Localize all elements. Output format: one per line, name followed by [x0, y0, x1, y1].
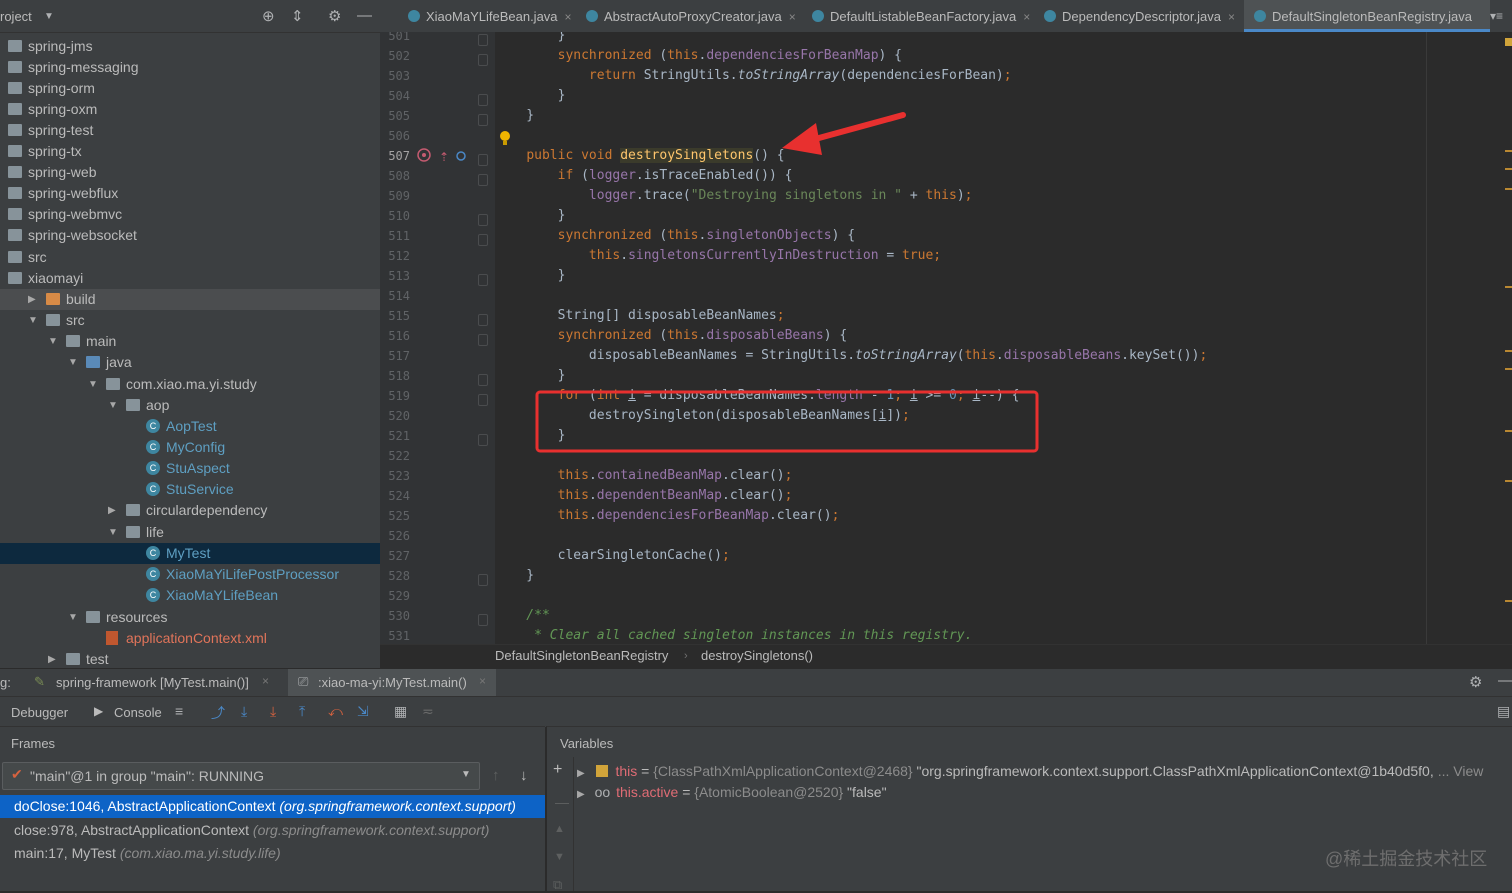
breadcrumb-separator-icon: ›: [684, 650, 688, 662]
arrow-down-icon[interactable]: ↓: [520, 767, 528, 784]
debug-session-tab-1[interactable]: spring-framework [MyTest.main()]: [56, 675, 249, 690]
red-highlight-box: [535, 390, 1039, 453]
scrollbar-markers: [1505, 38, 1512, 602]
step-over-icon[interactable]: ⤓: [241, 703, 247, 720]
copy-icon[interactable]: ⧉: [553, 877, 562, 893]
var-type: {ClassPathXmlApplicationContext@2468}: [653, 763, 913, 779]
frame-package: (org.springframework.context.support): [252, 821, 490, 838]
arrow-up-icon[interactable]: ↑: [492, 767, 500, 784]
var-view-link[interactable]: ... View: [1438, 763, 1484, 779]
gradle-icon: ⎚: [298, 674, 309, 689]
stack-frame[interactable]: main:17, MyTest (com.xiao.ma.yi.study.li…: [0, 842, 545, 865]
frames-panel: Frames ✔ "main"@1 in group "main": RUNNI…: [0, 726, 545, 891]
close-icon[interactable]: ×: [262, 674, 269, 688]
var-type: {AtomicBoolean@2520}: [694, 784, 844, 800]
debug-session-tab-2[interactable]: :xiao-ma-yi:MyTest.main(): [318, 675, 467, 690]
chevron-down-icon[interactable]: ▼: [461, 769, 471, 780]
variable-row[interactable]: ▶ this = {ClassPathXmlApplicationContext…: [577, 760, 1483, 782]
lightbulb-icon[interactable]: [500, 131, 510, 145]
thread-label: "main"@1 in group "main": RUNNING: [30, 768, 265, 784]
variables-side-toolbar: + — ▲ ▼ ⧉: [547, 757, 574, 893]
menu-icon[interactable]: ≡: [175, 703, 183, 719]
svg-text:⇡: ⇡: [439, 150, 449, 164]
gear-icon[interactable]: ⚙: [1469, 673, 1482, 691]
stack-frame[interactable]: close:978, AbstractApplicationContext (o…: [0, 819, 545, 842]
move-down-icon[interactable]: ▼: [554, 851, 565, 863]
frame-package: (com.xiao.ma.yi.study.life): [119, 845, 281, 861]
frame-method: main:17, MyTest: [14, 845, 120, 861]
stack-frame[interactable]: doClose:1046, AbstractApplicationContext…: [0, 795, 545, 818]
breadcrumb-class[interactable]: DefaultSingletonBeanRegistry: [495, 645, 668, 667]
implements-marker-icon[interactable]: ⇡: [439, 150, 466, 164]
frame-method: doClose:1046, AbstractApplicationContext: [14, 798, 280, 814]
red-arrow-annotation: [782, 112, 906, 155]
frame-method: close:978, AbstractApplicationContext: [14, 821, 253, 838]
trace-icon[interactable]: ≂: [422, 703, 434, 720]
field-icon: [595, 765, 608, 777]
variables-title: Variables: [560, 736, 614, 751]
watch-icon: oo: [594, 784, 611, 800]
debug-toolbar: Debugger ▶ Console ≡ ⤴ ⤓ ⤓ ⤒ ⤺ ⇲ ▦ ≂ ▤: [0, 696, 1512, 727]
variables-panel: Variables + — ▲ ▼ ⧉ ▶ this = {ClassPathX…: [546, 726, 1512, 893]
debug-session-bar: g: ✎ spring-framework [MyTest.main()] × …: [0, 668, 1512, 697]
tab-console[interactable]: Console: [114, 705, 162, 720]
var-name: this: [615, 763, 638, 779]
minimize-icon[interactable]: —: [1498, 672, 1512, 689]
run-to-cursor-icon[interactable]: ⇲: [357, 703, 369, 720]
check-icon: ✔: [11, 766, 23, 782]
close-icon[interactable]: ×: [479, 674, 486, 688]
frames-title: Frames: [11, 736, 56, 751]
layout-icon[interactable]: ▤: [1497, 703, 1510, 720]
var-value: "org.springframework.context.support.Cla…: [912, 763, 1434, 779]
expand-icon[interactable]: ▶: [577, 789, 585, 800]
evaluate-icon[interactable]: ▦: [394, 703, 407, 720]
tab-debugger[interactable]: Debugger: [11, 705, 68, 720]
expand-icon[interactable]: ▶: [577, 768, 585, 779]
run-config-icon: ✎: [34, 674, 45, 689]
step-out-icon[interactable]: ⤒: [299, 703, 305, 720]
var-name: this.active: [616, 784, 679, 800]
override-marker-icon[interactable]: [417, 148, 431, 162]
step-into-icon[interactable]: ⤓: [270, 703, 276, 720]
move-up-icon[interactable]: ▲: [554, 823, 565, 835]
breadcrumb-method[interactable]: destroySingletons(): [701, 645, 813, 667]
console-icon: ▶: [94, 704, 104, 718]
var-value: "false": [843, 784, 887, 800]
remove-icon[interactable]: —: [555, 794, 569, 810]
drop-frame-icon[interactable]: ⤺: [328, 703, 343, 720]
breadcrumb: DefaultSingletonBeanRegistry › destroySi…: [380, 644, 1512, 669]
show-execution-point-icon[interactable]: ⤴: [211, 703, 225, 723]
add-watch-icon[interactable]: +: [553, 761, 562, 779]
variable-row[interactable]: ▶ oo this.active = {AtomicBoolean@2520} …: [577, 781, 887, 803]
debug-label: g:: [0, 675, 11, 690]
frame-package: (org.springframework.context.support): [279, 798, 516, 814]
thread-selector[interactable]: ✔ "main"@1 in group "main": RUNNING ▼: [2, 762, 480, 790]
watermark: @稀土掘金技术社区: [1325, 849, 1488, 869]
